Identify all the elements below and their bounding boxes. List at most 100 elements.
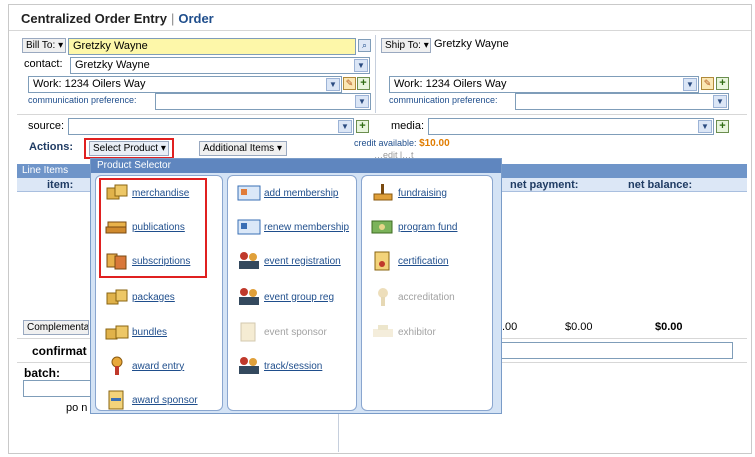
menu-item-bundles[interactable]: bundles [104,319,167,345]
contact-label: contact: [24,58,63,70]
menu-item-event-group-reg[interactable]: event group reg [236,284,334,310]
ship-to-button[interactable]: Ship To: ▾ [381,38,431,53]
menu-item-label: event sponsor [264,326,327,338]
bill-comm-pref-select[interactable]: ▼ [155,93,371,110]
package-icon [104,286,130,308]
menu-item-add-membership[interactable]: add membership [236,180,338,206]
actions-label: Actions: [29,141,73,153]
search-icon[interactable]: ⌕ [358,39,371,52]
menu-item-fundraising[interactable]: fundraising [370,180,447,206]
add-source-button[interactable]: + [356,120,369,133]
ship-address-select[interactable]: Work: 1234 Oilers Way ▼ [389,76,699,93]
add-address-button[interactable]: + [716,77,729,90]
bundle-icon [104,321,130,343]
bill-to-button[interactable]: Bill To: ▾ [22,38,66,53]
total-value-1: .00 [502,321,518,333]
net-balance-header: net balance: [628,179,693,191]
menu-item-award-sponsor[interactable]: award sponsor [104,387,198,413]
chevron-down-icon: ▼ [355,95,369,108]
product-column-3: fundraising program fund certification a… [361,175,493,411]
complementary-button[interactable]: Complementar [23,320,89,335]
media-label: media: [391,120,425,132]
bill-to-value: Gretzky Wayne [73,40,148,52]
membership-card-icon [236,216,262,238]
source-select[interactable]: ▼ [68,118,354,135]
divider [375,35,376,113]
menu-item-accreditation: accreditation [370,284,455,310]
page-subtitle: Order [178,11,214,26]
ship-comm-pref-select[interactable]: ▼ [515,93,729,110]
sponsor-icon [236,321,262,343]
divider [338,414,339,452]
batch-field[interactable] [23,380,91,397]
line-items-title: Line Items [22,165,69,176]
bill-address-select[interactable]: Work: 1234 Oilers Way ▼ [28,76,342,93]
certificate-icon [104,389,130,411]
title-separator: | [170,11,175,26]
menu-item-certification[interactable]: certification [370,248,449,274]
people-icon [236,286,262,308]
menu-item-packages[interactable]: packages [104,284,175,310]
ship-to-value: Gretzky Wayne [434,38,509,50]
add-address-button[interactable]: + [357,77,370,90]
product-selector-title: Product Selector [91,159,501,173]
bill-address-value: Work: 1234 Oilers Way [33,78,146,90]
product-selector-popup: Product Selector merchandise publication… [90,158,502,414]
ship-to-label: Ship To: [385,40,421,51]
source-label: source: [28,120,65,132]
bill-to-field[interactable]: Gretzky Wayne [68,38,356,55]
menu-item-label: add membership [264,187,339,199]
net-payment-header: net payment: [510,179,579,191]
chevron-down-icon: ▾ [58,40,64,51]
bill-comm-pref-label: communication preference: [28,95,137,105]
confirmation-label: confirmat [32,344,87,358]
menu-item-track-session[interactable]: track/session [236,353,322,379]
menu-item-label: renew membership [264,221,350,233]
people-icon [236,355,262,377]
chevron-down-icon: ▾ [423,40,429,51]
membership-card-icon [236,182,262,204]
product-column-2: add membership renew membership event re… [227,175,357,411]
menu-item-label: event registration [264,255,341,267]
credit-label-text: credit available: [354,138,417,148]
certification-icon [370,250,396,272]
batch-label: batch: [24,366,60,380]
menu-item-program-fund[interactable]: program fund [370,214,457,240]
credit-available-value: $10.00 [419,138,450,149]
menu-item-event-registration[interactable]: event registration [236,248,341,274]
edit-address-icon[interactable]: ✎ [701,77,714,90]
menu-item-renew-membership[interactable]: renew membership [236,214,349,240]
media-select[interactable]: ▼ [428,118,714,135]
menu-item-award-entry[interactable]: award entry [104,353,184,379]
menu-item-label: packages [132,291,175,303]
accreditation-icon [370,286,396,308]
chevron-down-icon: ▼ [326,78,340,91]
chevron-down-icon: ▾ [276,143,282,154]
award-icon [104,355,130,377]
item-column-header: item: [47,179,74,191]
divider [17,114,747,115]
total-value-2: $0.00 [565,321,593,333]
exhibitor-icon [370,321,396,343]
menu-item-label: award entry [132,360,185,372]
menu-item-label: bundles [132,326,168,338]
edit-address-icon[interactable]: ✎ [343,77,356,90]
page-title: Centralized Order Entry [21,11,167,26]
confirmation-field[interactable] [500,342,733,359]
menu-item-label: exhibitor [398,326,436,338]
contact-select[interactable]: Gretzky Wayne ▼ [70,57,370,74]
fundraising-icon [370,182,396,204]
money-icon [370,216,396,238]
highlight-box [99,178,207,278]
people-icon [236,250,262,272]
menu-item-label: event group reg [264,291,335,303]
additional-items-button[interactable]: Additional Items ▾ [199,141,287,156]
chevron-down-icon: ▼ [354,59,368,72]
bill-to-label: Bill To: [26,40,56,51]
total-value-3: $0.00 [655,321,683,333]
chevron-down-icon: ▼ [713,95,727,108]
chevron-down-icon: ▼ [338,120,352,133]
highlight-box [84,138,174,159]
menu-item-label: track/session [264,360,323,372]
add-media-button[interactable]: + [716,120,729,133]
